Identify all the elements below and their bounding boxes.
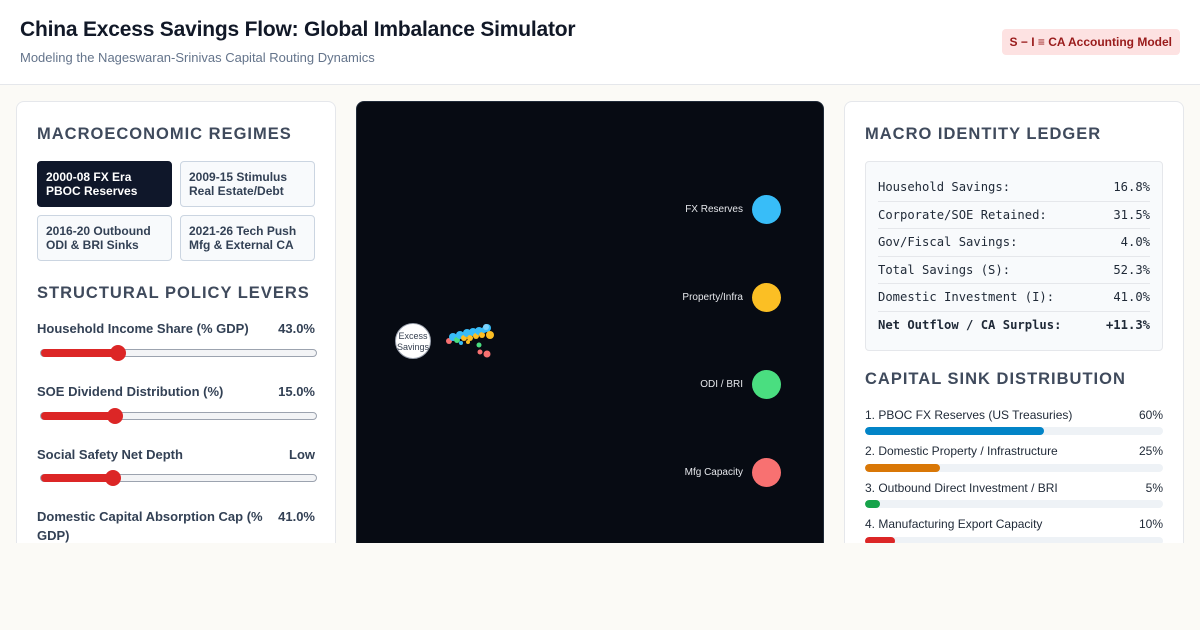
regime-sublabel: PBOC Reserves — [46, 184, 138, 198]
bar-fill — [865, 500, 880, 508]
regime-button-2016-20[interactable]: 2016-20 Outbound ODI & BRI Sinks — [37, 215, 172, 261]
page-subtitle: Modeling the Nageswaran-Srinivas Capital… — [20, 50, 375, 65]
regime-label: 2000-08 FX Era — [46, 170, 132, 184]
slider-fill — [41, 349, 118, 357]
app-header: China Excess Savings Flow: Global Imbala… — [0, 0, 1200, 85]
results-panel: MACRO IDENTITY LEDGER Household Savings:… — [844, 101, 1184, 543]
sink-row-percent: 10% — [1138, 517, 1163, 531]
slider-thumb[interactable] — [110, 345, 126, 361]
sink-row-percent: 25% — [1138, 444, 1163, 458]
ledger-row-corporate-retained: Corporate/SOE Retained: 31.5% — [878, 202, 1150, 229]
ledger-label: Household Savings: — [878, 180, 1011, 194]
regime-button-2021-26[interactable]: 2021-26 Tech Push Mfg & External CA — [180, 215, 315, 261]
sink-node-fx-reserves[interactable] — [752, 195, 781, 224]
regime-sublabel: Real Estate/Debt — [189, 184, 284, 198]
sink-row-percent: 5% — [1145, 481, 1163, 495]
ledger-row-household-savings: Household Savings: 16.8% — [878, 174, 1150, 202]
macro-ledger: Household Savings: 16.8% Corporate/SOE R… — [865, 161, 1163, 351]
sink-node-odi-bri[interactable] — [752, 370, 781, 399]
sink-row-label: 2. Domestic Property / Infrastructure — [865, 444, 1058, 458]
regime-button-2000-08[interactable]: 2000-08 FX Era PBOC Reserves — [37, 161, 172, 207]
lever-value-absorption-cap: 41.0% — [278, 509, 315, 524]
bar-fill — [865, 464, 940, 472]
model-badge: S − I ≡ CA Accounting Model — [1001, 29, 1180, 55]
ledger-row-gov-savings: Gov/Fiscal Savings: 4.0% — [878, 229, 1150, 257]
sink-label-fx-reserves: FX Reserves — [685, 204, 743, 215]
regime-label: 2021-26 Tech Push — [189, 224, 297, 238]
sink-row-label: 1. PBOC FX Reserves (US Treasuries) — [865, 408, 1073, 422]
sink-node-mfg-capacity[interactable] — [752, 458, 781, 487]
sink-share-bar — [865, 427, 1163, 435]
lever-value-soe-dividend: 15.0% — [278, 384, 315, 399]
household-income-slider[interactable] — [40, 345, 317, 361]
slider-thumb[interactable] — [107, 408, 124, 424]
slider-fill — [41, 412, 116, 420]
ledger-value: 4.0% — [1120, 235, 1150, 249]
lever-label-absorption-cap: Domestic Capital Absorption Cap (% GDP) — [37, 509, 263, 543]
ledger-value: 16.8% — [1113, 180, 1150, 194]
ledger-value: 31.5% — [1113, 207, 1150, 222]
bar-fill — [865, 537, 895, 543]
ledger-label: Gov/Fiscal Savings: — [878, 235, 1018, 249]
lever-label-safety-net: Social Safety Net Depth — [37, 447, 183, 462]
ledger-value: +11.3% — [1105, 317, 1150, 332]
levers-title: STRUCTURAL POLICY LEVERS — [37, 284, 310, 302]
lever-label-household-income: Household Income Share (% GDP) — [37, 321, 249, 336]
ledger-label: Total Savings (S): — [878, 262, 1011, 277]
regime-sublabel: Mfg & External CA — [189, 238, 294, 252]
regime-sublabel: ODI & BRI Sinks — [46, 238, 139, 252]
sink-row-label: 4. Manufacturing Export Capacity — [865, 517, 1043, 531]
slider-fill — [41, 474, 113, 482]
sink-row-label: 3. Outbound Direct Investment / BRI — [865, 481, 1058, 495]
safety-net-slider[interactable] — [40, 470, 317, 486]
sink-share-bar — [865, 500, 1163, 508]
bar-fill — [865, 427, 1044, 435]
ledger-value: 52.3% — [1113, 262, 1150, 277]
sink-label-mfg-capacity: Mfg Capacity — [684, 467, 743, 478]
flow-particles — [446, 324, 494, 358]
ledger-value: 41.0% — [1113, 290, 1150, 304]
lever-label-soe-dividend: SOE Dividend Distribution (%) — [37, 384, 224, 399]
regime-label: 2009-15 Stimulus — [189, 170, 288, 184]
regimes-title: MACROECONOMIC REGIMES — [37, 125, 292, 143]
lever-value-household-income: 43.0% — [278, 321, 315, 336]
controls-panel: MACROECONOMIC REGIMES 2000-08 FX Era PBO… — [16, 101, 336, 543]
ledger-title: MACRO IDENTITY LEDGER — [865, 125, 1102, 143]
sink-label-odi-bri: ODI / BRI — [700, 379, 743, 390]
lever-value-safety-net: Low — [289, 447, 315, 462]
sinks-title: CAPITAL SINK DISTRIBUTION — [865, 370, 1126, 388]
regime-button-2009-15[interactable]: 2009-15 Stimulus Real Estate/Debt — [180, 161, 315, 207]
sink-share-bar — [865, 464, 1163, 472]
sink-row-percent: 60% — [1138, 408, 1163, 422]
ledger-label: Domestic Investment (I): — [878, 290, 1055, 304]
ledger-row-net-outflow: Net Outflow / CA Surplus: +11.3% — [878, 312, 1150, 340]
slider-thumb[interactable] — [104, 470, 121, 486]
regime-label: 2016-20 Outbound — [46, 224, 151, 238]
excess-savings-node[interactable]: Excess Savings — [395, 323, 431, 359]
ledger-row-total-savings: Total Savings (S): 52.3% — [878, 257, 1150, 284]
sink-share-bar — [865, 537, 1163, 543]
soe-dividend-slider[interactable] — [40, 408, 317, 424]
ledger-row-domestic-investment: Domestic Investment (I): 41.0% — [878, 284, 1150, 312]
sink-label-property-infra: Property/Infra — [682, 292, 743, 303]
page-title: China Excess Savings Flow: Global Imbala… — [20, 18, 576, 41]
ledger-label: Corporate/SOE Retained: — [878, 207, 1047, 222]
ledger-label: Net Outflow / CA Surplus: — [878, 317, 1062, 332]
flow-canvas[interactable]: Excess Savings FX Reserves Property/Infr… — [356, 101, 824, 543]
sink-node-property-infra[interactable] — [752, 283, 781, 312]
